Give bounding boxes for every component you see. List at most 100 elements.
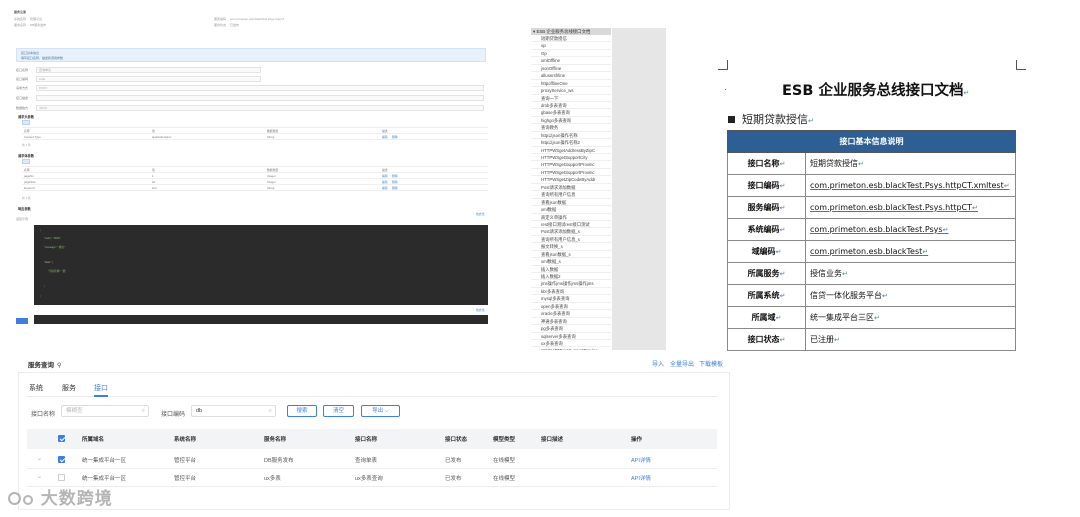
outline-item[interactable]: 查询所有用户信息 — [531, 191, 611, 199]
api-detail-link[interactable]: API详情 — [631, 456, 651, 464]
method-select[interactable]: POST — [36, 85, 484, 91]
outline-item[interactable]: kbr多表查询 — [531, 288, 611, 296]
edit-link[interactable]: 编辑 — [382, 174, 388, 178]
outline-item[interactable]: 查看json数据_s — [531, 251, 611, 259]
row-checkbox[interactable] — [58, 456, 65, 463]
field-key-text: 所属域 — [751, 313, 776, 322]
outline-item[interactable]: proxyService_ws — [531, 87, 611, 95]
outline-item[interactable]: 神通多表查询 — [531, 318, 611, 326]
select-all-checkbox[interactable] — [58, 435, 65, 442]
outline-item[interactable]: jms操作jms操作jms操作jms — [531, 280, 611, 288]
outline-item[interactable]: httpofflineOne — [531, 80, 611, 88]
outline-item[interactable]: xmlOffline — [531, 57, 611, 65]
outline-item[interactable]: highgo多表查询 — [531, 117, 611, 125]
outline-item[interactable]: http以json操作名称2 — [531, 139, 611, 147]
meta-value: 已发布 — [230, 23, 240, 27]
outline-item[interactable]: HTTPWSgetSupportProvinc — [531, 169, 611, 177]
outline-item[interactable]: Post请求添加数据_s — [531, 228, 611, 236]
import-link[interactable]: 导入 — [652, 359, 664, 368]
outline-item[interactable]: HTTPWSgetZipCodeByAddr — [531, 176, 611, 184]
field-value-text: 信贷一体化服务平台 — [810, 291, 882, 300]
col-header: 所属域名 — [82, 437, 105, 443]
outline-item[interactable]: HTTPWSgetSupportProvinc — [531, 161, 611, 169]
outline-item[interactable]: xml数据 — [531, 206, 611, 214]
data-format-select[interactable]: JSON — [36, 105, 484, 111]
cell: pageNo — [24, 174, 34, 178]
outline-item[interactable]: 商定义单操作 — [531, 214, 611, 221]
delete-link[interactable]: 删除 — [392, 135, 398, 139]
field-key-text: 接口编码 — [747, 181, 780, 190]
outline-item[interactable]: rest接口测试rest接口测试 — [531, 221, 611, 229]
api-code-input[interactable]: cxdb — [36, 76, 261, 82]
service-query-panel: 服务查询 ⚲ 导入 全量导出 下载模板 系统 服务 接口 接口名称 模糊查 ⌕ 接口… — [18, 350, 730, 510]
field-value: com.primeton.esb.blackTest.Psys↵ — [805, 218, 1016, 241]
outline-item[interactable]: 查询一下 — [531, 95, 611, 102]
error-code-editor[interactable] — [34, 315, 488, 324]
outline-item[interactable]: oracle多表查询 — [531, 310, 611, 318]
edit-link[interactable]: 编辑 — [382, 135, 388, 139]
delete-link[interactable]: 删除 — [392, 186, 398, 190]
expand-chevron-icon[interactable]: ⌄ — [37, 455, 42, 462]
api-detail-link[interactable]: API详情 — [631, 474, 651, 482]
col-header: 数据类型 — [267, 168, 279, 172]
outline-item[interactable]: http以json操作名称 — [531, 132, 611, 140]
outline-item[interactable]: 插入数据2 — [531, 273, 611, 281]
outline-item[interactable]: Post请求添加数据 — [531, 184, 611, 192]
row-checkbox[interactable] — [58, 474, 65, 481]
export-dropdown-button[interactable]: 导出 ⌵ — [361, 405, 400, 417]
format-link[interactable]: 格式化 — [476, 212, 484, 216]
outline-item[interactable]: 短期贷款授信 — [531, 35, 611, 43]
outline-item[interactable]: open多表查询 — [531, 303, 611, 311]
edit-link[interactable]: 编辑 — [382, 186, 388, 190]
outline-item[interactable]: 查询所有用户信息_s — [531, 236, 611, 244]
meta-value: com.primeton.esb.blackTest.Psys.httpCT — [230, 17, 285, 21]
field-key: 接口名称↵ — [727, 152, 806, 175]
outline-item[interactable]: op — [531, 42, 611, 50]
api-code-filter-input[interactable]: db ⌕ — [191, 405, 276, 417]
outline-item[interactable]: ux多表查询 — [531, 340, 611, 348]
outline-item[interactable]: mysql多表查询 — [531, 295, 611, 303]
download-template-link[interactable]: 下载模板 — [699, 359, 723, 368]
outline-item[interactable]: jsonOffline — [531, 65, 611, 73]
format-link[interactable]: 格式化 — [476, 308, 484, 312]
api-desc-input[interactable] — [36, 95, 484, 101]
cell-system: 管控平台 — [174, 458, 197, 464]
outline-item[interactable]: 查询教务 — [531, 124, 611, 132]
delete-link[interactable]: 删除 — [392, 174, 398, 178]
outline-item[interactable]: sqlserver多表查询 — [531, 333, 611, 340]
add-row-button[interactable] — [22, 120, 30, 125]
outline-item[interactable]: 插入数据 — [531, 266, 611, 273]
filter-label: 接口编码 — [161, 412, 186, 418]
tab-interface[interactable]: 接口 — [94, 383, 108, 393]
tab-service[interactable]: 服务 — [62, 383, 76, 393]
cell: Content-Type — [24, 135, 41, 139]
outline-item[interactable]: HTTPWSgetAddressByZipC — [531, 147, 611, 154]
search-button[interactable]: 搜索 — [287, 405, 317, 417]
submit-button[interactable] — [16, 318, 28, 324]
field-key-text: 系统编码 — [747, 225, 780, 234]
outline-item[interactable]: 查看json数据 — [531, 199, 611, 207]
outline-item[interactable]: gbase多表查询 — [531, 109, 611, 117]
response-code-editor[interactable]: { "code": "0000", "message": "成功", "data… — [34, 225, 488, 305]
edit-link[interactable]: 编辑 — [382, 180, 388, 184]
outline-item[interactable]: allusersfrline — [531, 72, 611, 80]
outline-item[interactable]: HTTPWSgetSupportCity — [531, 154, 611, 162]
api-name-input[interactable]: 查询单表 — [36, 67, 261, 73]
delete-link[interactable]: 删除 — [392, 180, 398, 184]
export-all-link[interactable]: 全量导出 — [670, 359, 694, 368]
outline-item[interactable]: Op — [531, 50, 611, 58]
outline-item[interactable]: pg多表查询 — [531, 325, 611, 333]
field-value-text: com.primeton.esb.blackTest.Psys.httpCT.x… — [810, 181, 1004, 190]
expand-chevron-icon[interactable]: ⌄ — [37, 473, 42, 480]
tab-system[interactable]: 系统 — [29, 383, 43, 393]
outline-head[interactable]: ▾ ESB 企业服务总线接口文档 — [531, 28, 611, 35]
add-row-button[interactable] — [22, 159, 30, 164]
api-name-filter-input[interactable]: 模糊查 ⌕ — [61, 405, 149, 417]
outline-item[interactable]: 报文转换_s — [531, 243, 611, 251]
paragraph-mark: ↵ — [779, 182, 786, 190]
outline-item[interactable]: xml数据_s — [531, 258, 611, 266]
clear-button[interactable]: 清空 — [323, 405, 354, 417]
outline-item[interactable]: dmb多表查询 — [531, 102, 611, 110]
pin-icon[interactable]: ⚲ — [57, 362, 61, 369]
table-row: 接口编码↵ com.primeton.esb.blackTest.Psys.htt… — [727, 174, 1016, 197]
